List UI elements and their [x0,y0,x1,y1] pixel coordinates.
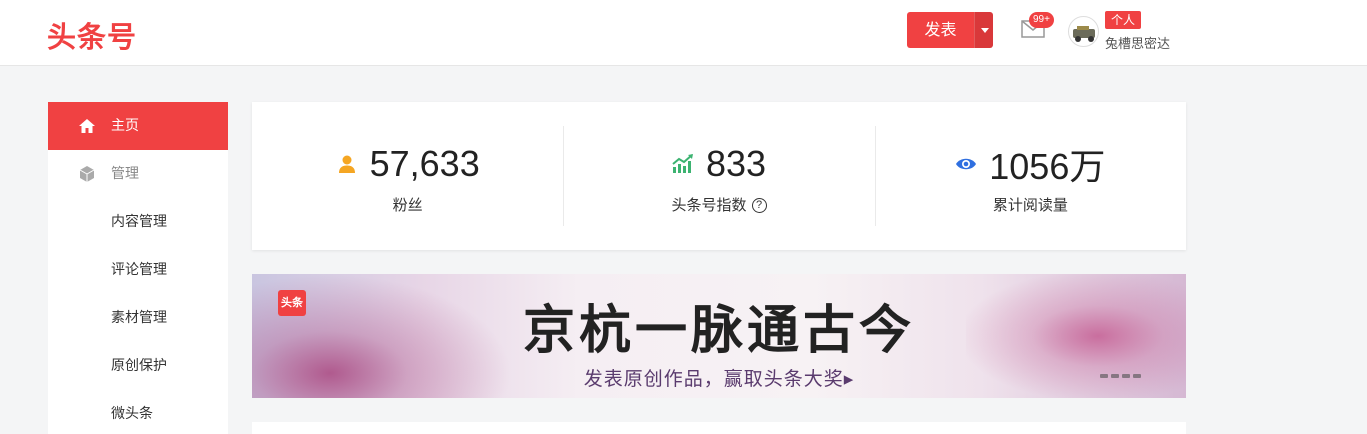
sidebar-item-label: 素材管理 [111,310,167,326]
cube-icon [79,166,95,182]
stat-index: 833 头条号指数? [563,102,874,250]
mail-count-badge: 99+ [1029,12,1054,28]
sidebar-item-label: 内容管理 [111,214,167,230]
username[interactable]: 兔槽思密达 [1105,33,1170,52]
avatar[interactable] [1068,16,1099,47]
chevron-down-icon [981,28,989,33]
carousel-indicators[interactable] [1100,374,1141,378]
sidebar-item-content[interactable]: 内容管理 [48,198,228,246]
stat-label: 累计阅读量 [992,196,1068,214]
stat-fans: 57,633 粉丝 [252,102,563,250]
sidebar-item-label: 管理 [111,166,139,182]
sidebar-item-label: 原创保护 [111,358,167,374]
home-icon [79,119,95,133]
banner-subtitle: 发表原创作品，赢取头条大奖▸ [583,368,855,390]
sidebar-item-materials[interactable]: 素材管理 [48,294,228,342]
stats-card: 57,633 粉丝 833 头条号指数? 1056万 累计阅读量 [252,102,1186,250]
promo-banner[interactable]: 头条 京杭一脉通古今 发表原创作品，赢取头条大奖▸ [252,274,1186,398]
publish-button[interactable]: 发表 [907,12,974,48]
carousel-dot[interactable] [1111,374,1119,378]
stat-label: 头条号指数? [563,194,874,215]
stat-value: 1056万 [989,146,1106,187]
sidebar-item-home[interactable]: 主页 [48,102,228,150]
trend-icon [672,153,694,175]
sidebar-item-manage[interactable]: 管理 [48,150,228,198]
stat-reads: 1056万 累计阅读量 [874,102,1186,250]
stat-value: 57,633 [369,143,480,184]
carousel-dot[interactable] [1100,374,1108,378]
logo[interactable]: 头条号 [47,14,137,56]
sidebar: 主页 管理 内容管理 评论管理 素材管理 原创保护 微头条 [48,102,228,434]
top-header: 头条号 发表 99+ 个人 兔槽思密达 [0,0,1367,66]
carousel-dot[interactable] [1122,374,1130,378]
banner-title: 京杭一脉通古今 [522,300,915,361]
publish-dropdown-button[interactable] [974,12,993,48]
sidebar-item-original[interactable]: 原创保护 [48,342,228,390]
user-icon [336,153,358,175]
role-badge: 个人 [1105,11,1142,29]
help-icon[interactable]: ? [751,198,767,213]
stat-label-text: 头条号指数 [671,196,747,214]
eye-icon [955,153,977,175]
sidebar-item-label: 微头条 [111,406,153,422]
sidebar-item-comments[interactable]: 评论管理 [48,246,228,294]
publish-button-group: 发表 [907,12,993,48]
sidebar-item-label: 评论管理 [111,262,167,278]
carousel-dot[interactable] [1133,374,1141,378]
stat-value: 833 [705,143,767,184]
sidebar-item-microheadline[interactable]: 微头条 [48,390,228,434]
stat-label: 粉丝 [392,196,423,214]
avatar-image-icon [1073,26,1095,42]
content-card [252,422,1186,434]
sidebar-item-label: 主页 [111,118,139,134]
